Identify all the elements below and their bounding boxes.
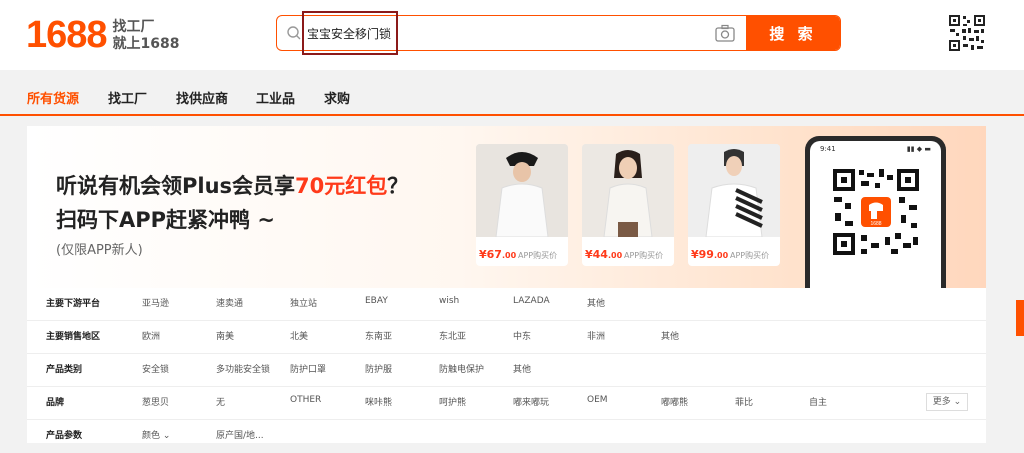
banner-red-packet-amount: 70元红包 [295,174,388,198]
filter-option[interactable]: 东南亚 [365,329,392,342]
filter-option[interactable]: 防护口罩 [290,362,326,375]
filter-row-brand: 品牌 葱思贝 无 OTHER 咪咔熊 呵护熊 嘟来嘟玩 OEM 嘟嘟熊 菲比 自… [27,387,986,420]
side-floating-tab[interactable] [1016,300,1024,336]
filter-option[interactable]: 多功能安全锁 [216,362,270,375]
logo-number: 1688 [26,14,108,56]
filter-row-downstream-platform: 主要下游平台 亚马逊 速卖通 独立站 EBAY wish LAZADA 其他 [27,288,986,321]
banner-subheadline: 扫码下APP赶紧冲鸭 ~ [56,208,275,232]
filter-option[interactable]: 非洲 [587,329,605,342]
filter-option[interactable]: 其他 [513,362,531,375]
filter-option[interactable]: 欧洲 [142,329,160,342]
filter-row-product-category: 产品类别 安全锁 多功能安全锁 防护口罩 防护服 防触电保护 其他 [27,354,986,387]
qr-logo-label: 1688 [870,221,881,227]
filter-option[interactable]: 嘟来嘟玩 [513,395,549,408]
qr-code-icon[interactable] [948,14,986,52]
filter-label: 主要销售地区 [46,332,101,342]
product-price-tag: APP购买价 [730,251,770,260]
search-input[interactable] [307,22,687,44]
chevron-down-icon: ⌄ [162,431,171,441]
filter-option[interactable]: 其他 [661,329,679,342]
phone-mockup: 9:41 ▮▮ ◆ ▬ 1688 [805,136,946,288]
filter-option[interactable]: 南美 [216,329,234,342]
filter-option[interactable]: EBAY [365,296,388,306]
product-image [688,144,780,237]
banner-note: (仅限APP新人) [56,243,143,258]
filter-dropdown-color[interactable]: 颜色 ⌄ [142,428,170,441]
nav-tab-purchase-request[interactable]: 求购 [324,88,350,107]
app-promo-banner[interactable]: 听说有机会领Plus会员享70元红包？ 扫码下APP赶紧冲鸭 ~ (仅限APP新… [27,126,986,288]
logo-slogan: 找工厂 就上1688 [113,19,180,53]
filter-option[interactable]: 咪咔熊 [365,395,392,408]
product-price-tag: APP购买价 [518,251,558,260]
phone-screen: 9:41 ▮▮ ◆ ▬ 1688 [810,141,941,288]
filter-option[interactable]: LAZADA [513,296,550,306]
category-nav: 所有货源 找工厂 找供应商 工业品 求购 [0,70,1024,116]
camera-icon[interactable] [715,24,735,42]
filter-label: 产品参数 [46,431,83,441]
filter-option[interactable]: 亚马逊 [142,296,169,309]
search-bar: 搜 索 [276,15,841,51]
promo-product-card[interactable]: ¥99.00 APP购买价 [688,144,780,266]
filter-option[interactable]: 安全锁 [142,362,169,375]
phone-time: 9:41 [820,145,836,153]
filter-option[interactable]: 东北亚 [439,329,466,342]
filter-option[interactable]: OEM [587,395,608,405]
logo-slogan-line1: 找工厂 [112,18,155,35]
filter-dropdown-origin[interactable]: 原产国/地... [216,428,264,441]
top-bar: 1688 找工厂 就上1688 搜 索 [0,0,1024,70]
filter-option[interactable]: 菲比 [735,395,753,408]
nav-tab-find-supplier[interactable]: 找供应商 [176,88,228,107]
nav-tab-all-sources[interactable]: 所有货源 [27,88,79,107]
search-icon [287,26,301,40]
product-price: ¥44.00 [585,248,623,261]
filter-option[interactable]: OTHER [290,395,321,405]
filter-option[interactable]: 自主 [809,395,827,408]
filter-more-button[interactable]: 更多 ⌄ [926,393,968,411]
filter-option[interactable]: 其他 [587,296,605,309]
filter-label: 产品类别 [46,365,83,375]
promo-product-card[interactable]: ¥44.00 APP购买价 [582,144,674,266]
filter-label: 主要下游平台 [46,299,101,309]
app-download-qr-icon[interactable]: 1688 [831,167,921,257]
filter-option[interactable]: 独立站 [290,296,317,309]
product-image [582,144,674,237]
search-button[interactable]: 搜 索 [746,16,840,50]
logo-slogan-line2: 就上1688 [112,35,180,52]
nav-tab-industrial[interactable]: 工业品 [256,88,295,107]
filter-option[interactable]: 北美 [290,329,308,342]
filter-option[interactable]: wish [439,296,459,306]
phone-status-icon: ▮▮ ◆ ▬ [906,145,931,153]
filter-option[interactable]: 嘟嘟熊 [661,395,688,408]
filter-row-sales-region: 主要销售地区 欧洲 南美 北美 东南亚 东北亚 中东 非洲 其他 [27,321,986,354]
product-price: ¥99.00 [691,248,729,261]
filter-option[interactable]: 中东 [513,329,531,342]
filter-label: 品牌 [46,398,65,408]
filter-option[interactable]: 葱思贝 [142,395,169,408]
chevron-down-icon: ⌄ [953,397,962,407]
product-price-tag: APP购买价 [624,251,664,260]
filter-option[interactable]: 防护服 [365,362,392,375]
site-logo[interactable]: 1688 找工厂 就上1688 [26,14,180,57]
promo-product-card[interactable]: ¥67.00 APP购买价 [476,144,568,266]
main-content: 听说有机会领Plus会员享70元红包？ 扫码下APP赶紧冲鸭 ~ (仅限APP新… [27,126,986,443]
filter-option[interactable]: 呵护熊 [439,395,466,408]
product-image [476,144,568,237]
filter-option[interactable]: 速卖通 [216,296,243,309]
product-price: ¥67.00 [479,248,517,261]
filter-row-product-params: 产品参数 颜色 ⌄ 原产国/地... [27,420,986,453]
banner-headline: 听说有机会领Plus会员享70元红包？ [56,174,409,198]
filter-option[interactable]: 防触电保护 [439,362,484,375]
nav-tab-find-factory[interactable]: 找工厂 [108,88,147,107]
filter-option[interactable]: 无 [216,395,225,408]
